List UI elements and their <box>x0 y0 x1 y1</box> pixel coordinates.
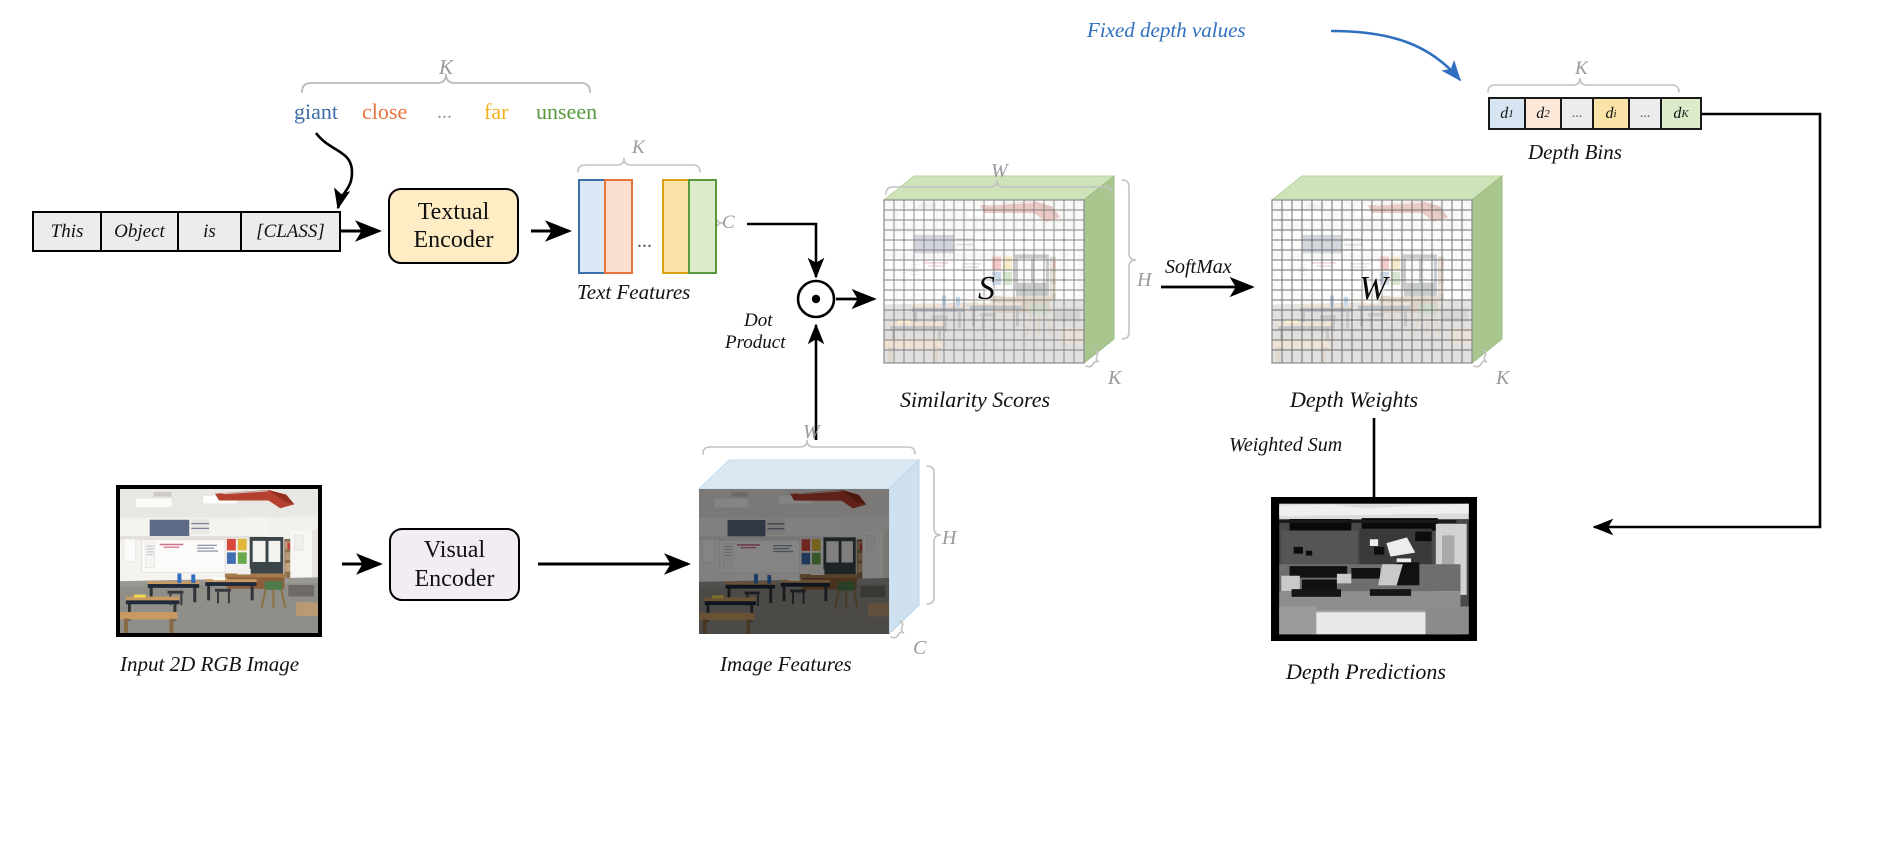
image-features-dim-w: W <box>803 421 820 443</box>
depth-bin-i-label: d <box>1605 104 1614 122</box>
textual-encoder-line1: Textual <box>417 198 490 225</box>
image-features-caption: Image Features <box>720 652 852 676</box>
depth-weights-cube-letter: W <box>1359 270 1388 307</box>
depth-predictions-caption: Depth Predictions <box>1286 659 1446 684</box>
visual-encoder-box[interactable]: Visual Encoder <box>389 528 520 601</box>
depth-words-bracket-label: K <box>439 55 454 79</box>
textual-encoder-line2: Encoder <box>413 227 494 253</box>
depth-bin-1-label: d <box>1500 104 1509 122</box>
depth-bin-ellipsis-2-label: ... <box>1639 105 1651 121</box>
depth-bin-ellipsis-1-label: ... <box>1571 105 1583 121</box>
text-features-caption: Text Features <box>577 280 691 304</box>
depth-bin-k[interactable]: dK <box>1662 99 1700 128</box>
depth-bin-2-sub: 2 <box>1544 107 1550 120</box>
depth-bin-2-label: d <box>1536 104 1545 122</box>
dot-product-label-line1: Dot <box>744 310 773 331</box>
depth-word-far: far <box>484 99 509 124</box>
depth-word-close: close <box>362 99 408 124</box>
image-features-dim-h: H <box>942 527 957 549</box>
depth-bin-1[interactable]: d1 <box>1490 99 1526 128</box>
depth-bin-2[interactable]: d2 <box>1526 99 1562 128</box>
visual-encoder-line1: Visual <box>423 537 486 564</box>
depth-bin-ellipsis-1: ... <box>1562 99 1594 128</box>
depth-word-ellipsis: ... <box>437 101 452 123</box>
diagram-canvas: K giant close ... far unseen This Object… <box>0 0 1881 852</box>
text-feature-bar-giant <box>578 179 607 274</box>
similarity-cube-letter: S <box>978 270 995 307</box>
softmax-label: SoftMax <box>1165 256 1232 278</box>
textual-encoder-box[interactable]: Textual Encoder <box>388 188 519 264</box>
depth-weights-dim-k: K <box>1496 367 1510 389</box>
depth-bin-i[interactable]: di <box>1594 99 1630 128</box>
depth-bins-caption: Depth Bins <box>1528 140 1622 164</box>
text-feature-bar-far <box>662 179 691 274</box>
depth-bin-i-sub: i <box>1613 107 1617 120</box>
depth-bins-bracket-label: K <box>1575 58 1588 79</box>
text-features-bracket-c: C <box>722 212 735 233</box>
depth-bin-1-sub: 1 <box>1508 107 1514 120</box>
text-feature-bar-unseen <box>688 179 717 274</box>
similarity-scores-caption: Similarity Scores <box>900 387 1051 412</box>
similarity-dim-k: K <box>1108 367 1122 389</box>
prompt-token-this[interactable]: This <box>34 213 102 250</box>
dot-product-label-line2: Product <box>725 332 786 353</box>
text-feature-bar-close <box>604 179 633 274</box>
depth-word-giant: giant <box>294 99 338 124</box>
similarity-dim-w: W <box>991 160 1008 182</box>
image-features-dim-c: C <box>913 637 927 659</box>
depth-bin-k-sub: K <box>1681 107 1689 120</box>
text-features-bracket-k: K <box>632 137 645 158</box>
prompt-token-object[interactable]: Object <box>102 213 179 250</box>
visual-encoder-line2: Encoder <box>414 565 495 592</box>
text-feature-ellipsis: ... <box>637 230 652 252</box>
depth-word-unseen: unseen <box>536 99 598 124</box>
prompt-token-class[interactable]: [CLASS] <box>242 213 339 250</box>
depth-bin-ellipsis-2: ... <box>1630 99 1662 128</box>
prompt-token-is[interactable]: is <box>179 213 242 250</box>
input-image-caption: Input 2D RGB Image <box>120 652 300 676</box>
similarity-dim-h: H <box>1137 269 1152 291</box>
prompt-token-row: This Object is [CLASS] <box>32 211 341 252</box>
depth-bins-row: d1 d2 ... di ... dK <box>1488 97 1702 130</box>
depth-weights-caption: Depth Weights <box>1290 387 1419 412</box>
weighted-sum-label: Weighted Sum <box>1229 434 1343 456</box>
fixed-depth-values-annotation: Fixed depth values <box>1087 18 1246 42</box>
